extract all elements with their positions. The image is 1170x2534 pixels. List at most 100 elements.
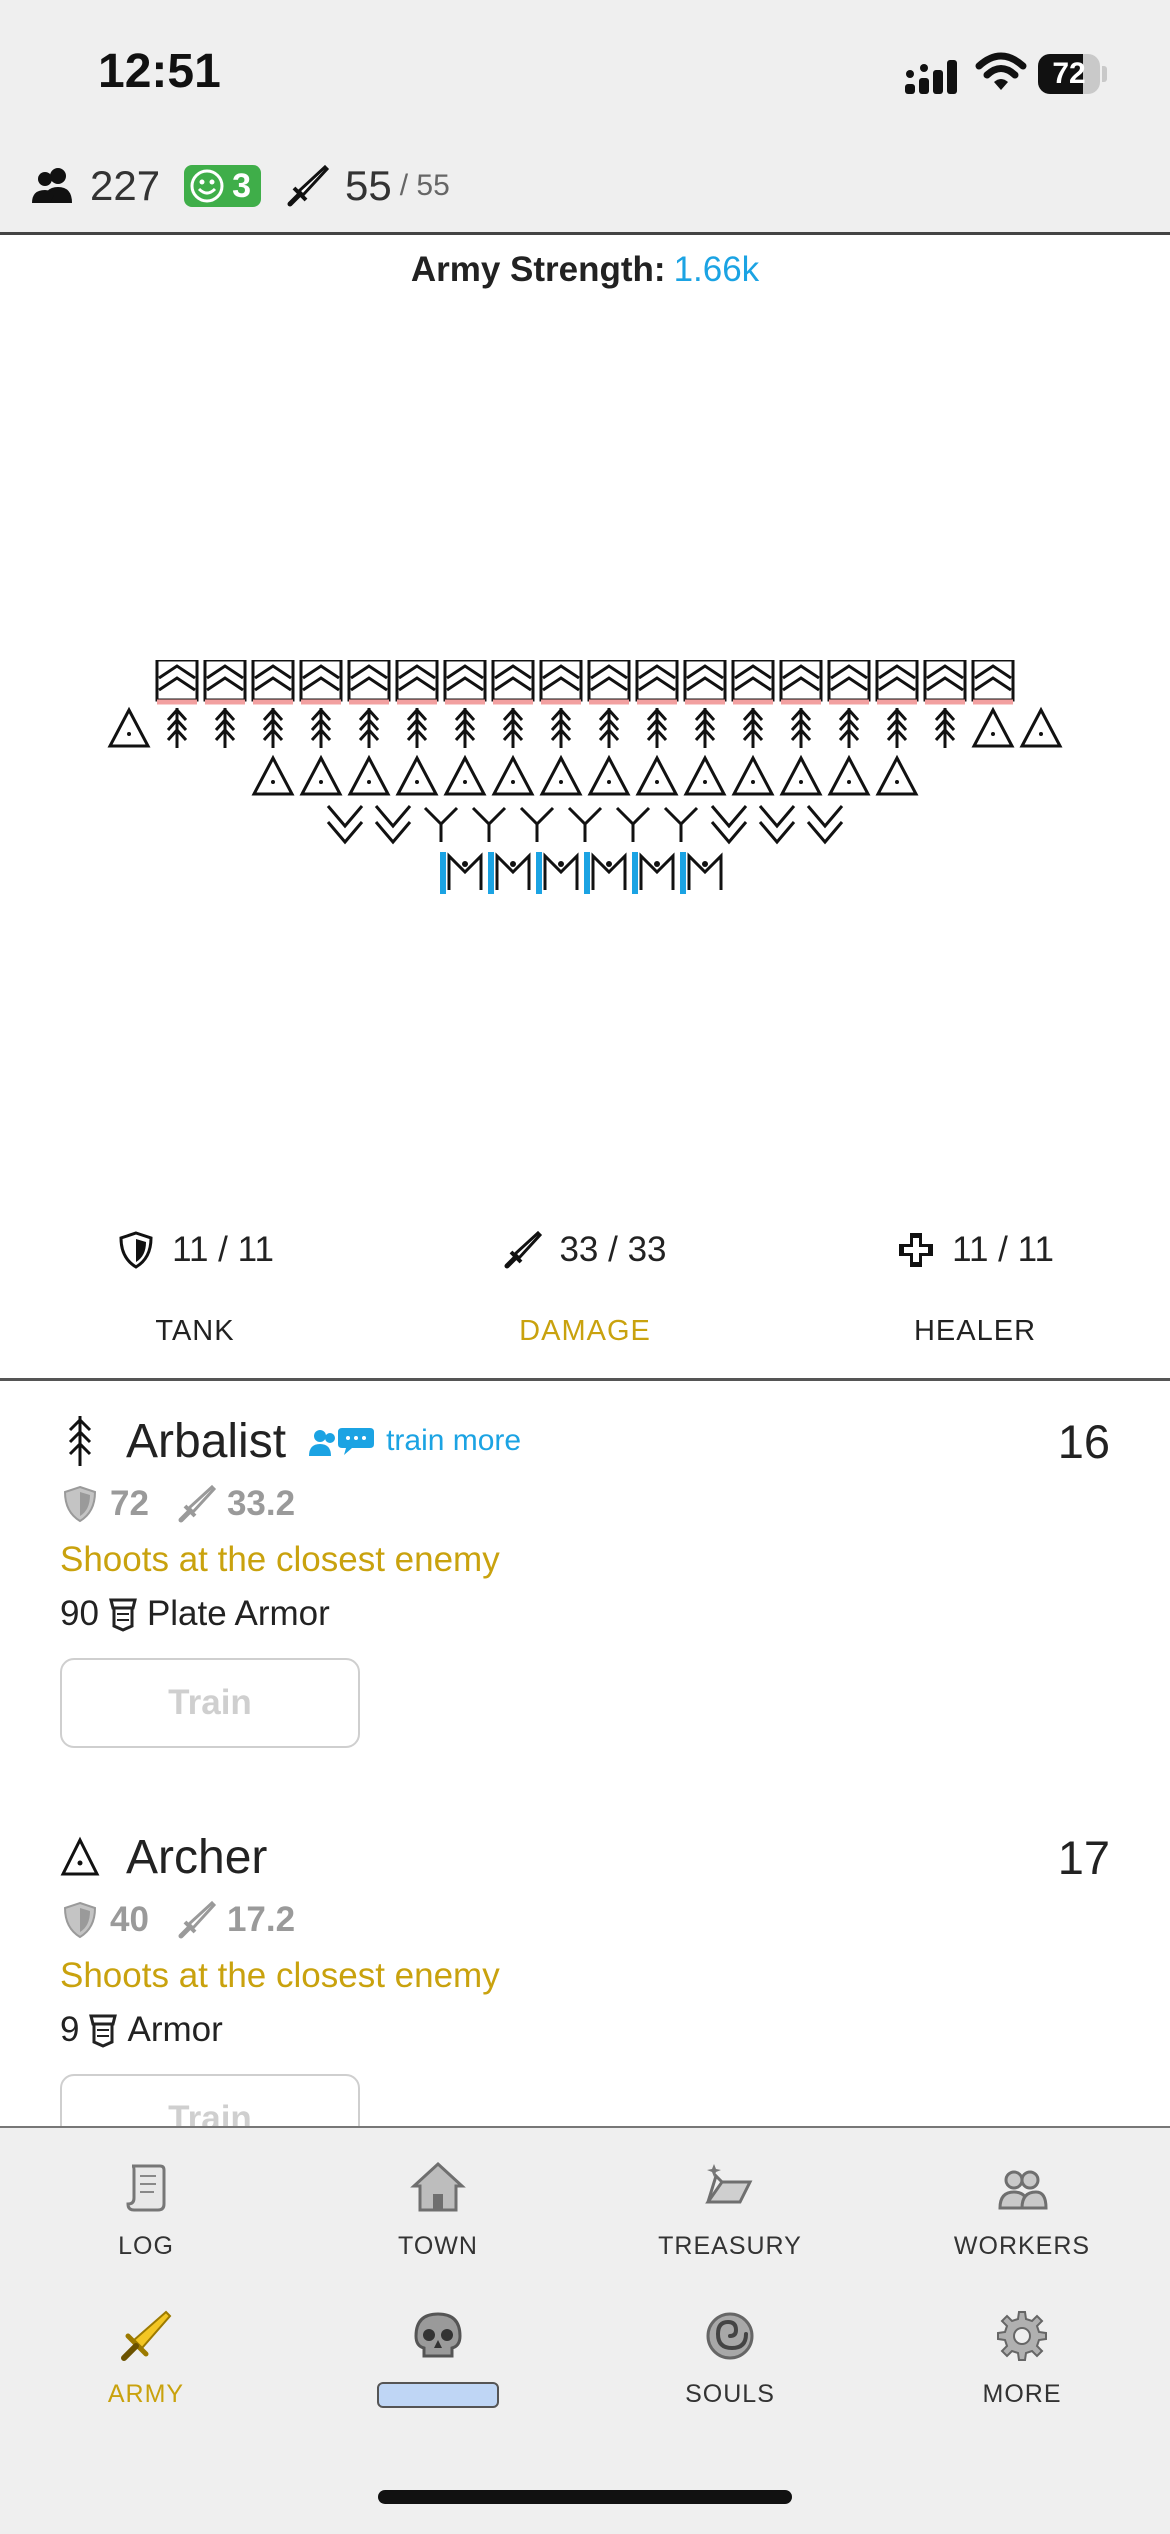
arbalist-unit [694, 707, 716, 748]
healer-unit [584, 852, 627, 894]
knight-unit [875, 660, 919, 705]
arbalist-unit [886, 707, 908, 748]
archer-unit [1019, 706, 1063, 748]
healer-unit [440, 852, 483, 894]
knight-unit [251, 660, 295, 705]
population-icon [32, 168, 72, 203]
arbalist-unit [262, 707, 284, 748]
arbalist-unit [838, 707, 860, 748]
unit-armor: 40 [110, 1900, 149, 1939]
nav-army[interactable]: ARMY [0, 2306, 292, 2409]
home-indicator [378, 2490, 792, 2504]
archer-icon [60, 1836, 100, 1876]
nav-souls[interactable]: SOULS [584, 2306, 876, 2409]
nav-treasury-label: TREASURY [658, 2232, 802, 2260]
population-count: 227 [90, 162, 161, 209]
soldiers-max: / 55 [399, 169, 450, 202]
sword-icon [504, 1230, 543, 1269]
gear-icon [997, 2311, 1047, 2361]
role-damage[interactable]: 33 / 33 DAMAGE [390, 1225, 780, 1348]
archer-unit [347, 754, 391, 796]
nav-treasury[interactable]: TREASURY [584, 2158, 876, 2261]
spearman-unit [423, 806, 459, 842]
spearman-unit [567, 806, 603, 842]
arbalist-icon [68, 1416, 92, 1466]
train-button[interactable]: Train [60, 1658, 360, 1748]
role-tank-label: TANK [155, 1315, 235, 1347]
role-tank[interactable]: 11 / 11 TANK [0, 1225, 390, 1348]
arbalist-unit [166, 707, 188, 748]
cavalry-unit [758, 805, 796, 845]
skull-indicator [377, 2382, 499, 2408]
healer-unit [536, 852, 579, 894]
archer-unit [251, 754, 295, 796]
knight-unit [491, 660, 535, 705]
arbalist-unit [310, 707, 332, 748]
spiral-icon [706, 2312, 754, 2360]
nav-log-label: LOG [118, 2232, 174, 2260]
nav-souls-label: SOULS [685, 2380, 775, 2408]
arbalist-unit [214, 707, 236, 748]
spearman-unit [519, 806, 555, 842]
role-healer-count: 11 / 11 [952, 1230, 1054, 1269]
nav-log[interactable]: LOG [0, 2158, 292, 2261]
knight-unit [155, 660, 199, 705]
top-bar: 12:51 72 227 3 55 / 55 [0, 0, 1170, 235]
sword-icon [178, 1484, 217, 1523]
arbalist-unit [358, 707, 380, 748]
knight-unit [971, 660, 1015, 705]
cost-item: Plate Armor [146, 1594, 330, 1633]
role-tank-count: 11 / 11 [172, 1230, 274, 1269]
arbalist-unit [598, 707, 620, 748]
armor-icon [89, 2014, 118, 2048]
army-strength: Army Strength: 1.66k [0, 250, 1170, 290]
knight-unit [395, 660, 439, 705]
knight-unit [443, 660, 487, 705]
archer-unit [827, 754, 871, 796]
unit-count: 17 [1057, 1830, 1110, 1884]
shield-icon [63, 1485, 97, 1523]
section-divider [0, 1378, 1170, 1381]
shield-icon [63, 1901, 97, 1939]
nav-more[interactable]: MORE [876, 2306, 1168, 2409]
cavalry-unit [374, 805, 412, 845]
archer-unit [875, 754, 919, 796]
happiness-badge[interactable]: 3 [184, 165, 261, 207]
archer-unit [683, 754, 727, 796]
unit-description: Shoots at the closest enemy [60, 1540, 500, 1579]
nav-skull[interactable] [292, 2306, 584, 2408]
scroll-icon [126, 2164, 166, 2212]
cavalry-unit [806, 805, 844, 845]
role-healer-label: HEALER [913, 1315, 1037, 1347]
knight-unit [683, 660, 727, 705]
unit-armor: 72 [110, 1484, 149, 1523]
cavalry-unit [326, 805, 364, 845]
battery-indicator: 72 [1038, 54, 1108, 94]
nav-workers-label: WORKERS [953, 2232, 1091, 2260]
healer-unit [488, 852, 531, 894]
nav-town-label: TOWN [398, 2232, 478, 2260]
shield-icon [119, 1231, 153, 1269]
archer-unit [731, 754, 775, 796]
unit-damage: 17.2 [226, 1900, 296, 1939]
arbalist-unit [742, 707, 764, 748]
nav-town[interactable]: TOWN [292, 2158, 584, 2261]
resource-bar: 227 3 55 / 55 [30, 158, 450, 214]
knight-unit [731, 660, 775, 705]
golden-sword-icon [121, 2310, 172, 2361]
unit-damage: 33.2 [226, 1484, 296, 1523]
nav-workers[interactable]: WORKERS [876, 2158, 1168, 2261]
plate-armor-icon [109, 1598, 137, 1632]
cost-amount: 90 [60, 1594, 99, 1633]
archer-unit [635, 754, 679, 796]
train-more-link[interactable]: train more [306, 1424, 521, 1458]
cavalry-unit [710, 805, 748, 845]
knight-unit [539, 660, 583, 705]
arbalist-unit [454, 707, 476, 748]
spearman-unit [663, 806, 699, 842]
role-healer[interactable]: 11 / 11 HEALER [780, 1225, 1170, 1348]
workers-chat-icon [309, 1428, 375, 1456]
archer-unit [395, 754, 439, 796]
army-strength-label: Army Strength: [410, 250, 666, 289]
cost-amount: 9 [60, 2010, 80, 2049]
